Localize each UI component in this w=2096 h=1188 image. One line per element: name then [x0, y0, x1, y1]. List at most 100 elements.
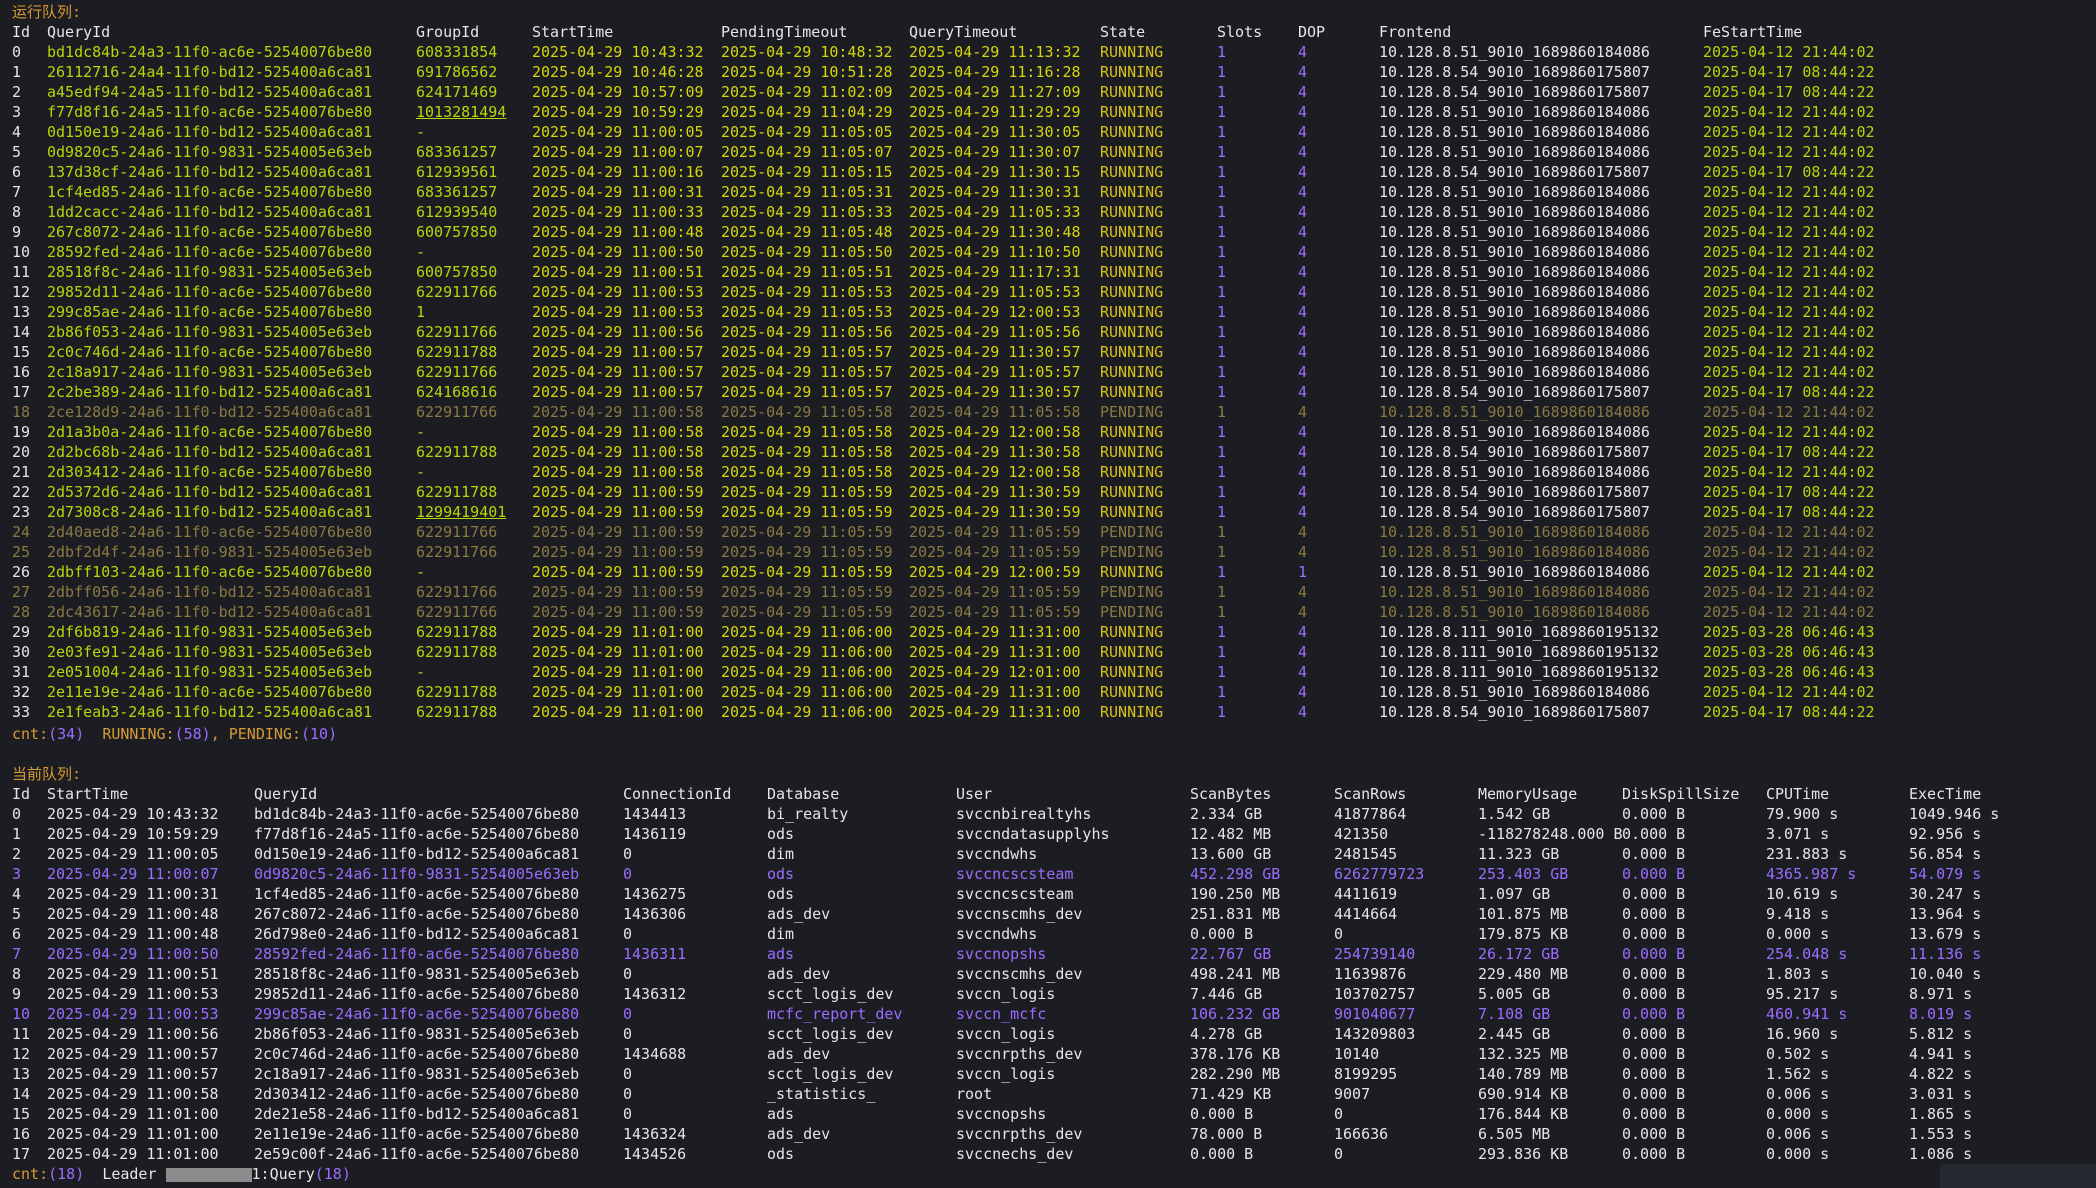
- table-cell: 0: [623, 1025, 633, 1043]
- table-cell: 0: [623, 1065, 633, 1083]
- table-cell: 622911788: [416, 483, 498, 501]
- table-cell: 10140: [1334, 1045, 1380, 1063]
- table-cell: 2025-04-29 11:05:31: [721, 183, 893, 201]
- table-cell: 2025-04-29 11:00:51: [532, 263, 704, 281]
- table-cell: 2.334 GB: [1190, 805, 1263, 823]
- table-cell: 4.278 GB: [1190, 1025, 1263, 1043]
- table-cell: 4: [1298, 643, 1308, 661]
- current-col-header: ScanBytes: [1190, 785, 1272, 803]
- table-cell: 4: [1298, 363, 1308, 381]
- table-cell: 2025-04-12 21:44:02: [1703, 583, 1875, 601]
- table-cell: 8199295: [1334, 1065, 1398, 1083]
- table-cell: 1: [1217, 103, 1227, 121]
- table-cell: 13.964 s: [1909, 905, 1982, 923]
- table-cell: 4: [1298, 603, 1308, 621]
- table-cell: 2c18a917-24a6-11f0-9831-5254005e63eb: [254, 1065, 580, 1083]
- table-cell: 0.000 s: [1766, 1145, 1830, 1163]
- table-cell: 0: [623, 1085, 633, 1103]
- table-cell: 10.128.8.51_9010_1689860184086: [1379, 563, 1650, 581]
- table-cell: ods: [767, 825, 795, 843]
- table-cell: 2025-04-29 11:00:50: [47, 945, 219, 963]
- table-cell: RUNNING: [1100, 163, 1164, 181]
- table-cell: 267c8072-24a6-11f0-ac6e-52540076be80: [47, 223, 373, 241]
- table-cell: 0: [1334, 1105, 1344, 1123]
- table-cell: -: [416, 463, 426, 481]
- table-cell: 2d303412-24a6-11f0-ac6e-52540076be80: [47, 463, 373, 481]
- table-cell: 2025-04-29 11:05:58: [721, 443, 893, 461]
- table-cell: 1: [1217, 143, 1227, 161]
- table-cell: 2025-04-29 11:00:57: [47, 1065, 219, 1083]
- table-cell: 622911766: [416, 363, 498, 381]
- table-cell: 2025-04-29 12:00:59: [909, 563, 1081, 581]
- table-cell: svccnrpths_dev: [956, 1125, 1083, 1143]
- table-cell: 2025-04-29 11:30:07: [909, 143, 1081, 161]
- table-cell: 12: [12, 283, 31, 301]
- table-cell: 0.000 B: [1622, 1045, 1686, 1063]
- table-cell: 4.822 s: [1909, 1065, 1973, 1083]
- table-cell: RUNNING: [1100, 463, 1164, 481]
- table-cell: 15: [12, 1105, 31, 1123]
- table-cell: 2.445 GB: [1478, 1025, 1551, 1043]
- table-cell: 0.000 s: [1766, 1105, 1830, 1123]
- table-cell: 2dbf2d4f-24a6-11f0-9831-5254005e63eb: [47, 543, 373, 561]
- table-cell: svccndatasupplyhs: [956, 825, 1110, 843]
- table-cell: 2025-04-29 11:01:00: [532, 703, 704, 721]
- current-col-header: ConnectionId: [623, 785, 732, 803]
- table-cell: 2c2be389-24a6-11f0-bd12-525400a6ca81: [47, 383, 373, 401]
- table-cell: bd1dc84b-24a3-11f0-ac6e-52540076be80: [254, 805, 580, 823]
- table-cell: 190.250 MB: [1190, 885, 1281, 903]
- table-cell: 1cf4ed85-24a6-11f0-ac6e-52540076be80: [47, 183, 373, 201]
- table-cell: 2025-04-29 11:05:51: [721, 263, 893, 281]
- table-cell: PENDING: [1100, 583, 1164, 601]
- table-cell: svccndwhs: [956, 925, 1038, 943]
- table-cell: 10.040 s: [1909, 965, 1982, 983]
- table-cell: 2025-04-29 11:05:59: [909, 523, 1081, 541]
- table-cell: 2025-04-29 11:00:05: [47, 845, 219, 863]
- table-cell: 2c0c746d-24a6-11f0-ac6e-52540076be80: [254, 1045, 580, 1063]
- table-cell: 1436324: [623, 1125, 687, 1143]
- table-cell: 1.086 s: [1909, 1145, 1973, 1163]
- table-cell: 1dd2cacc-24a6-11f0-bd12-525400a6ca81: [47, 203, 373, 221]
- table-cell: 1436311: [623, 945, 687, 963]
- table-cell: 7.446 GB: [1190, 985, 1263, 1003]
- table-cell: 2025-04-29 11:00:58: [532, 443, 704, 461]
- table-cell: 4: [1298, 503, 1308, 521]
- table-cell: 4: [1298, 543, 1308, 561]
- table-cell: 92.956 s: [1909, 825, 1982, 843]
- table-cell: 2025-04-29 11:16:28: [909, 63, 1081, 81]
- table-cell: 2025-04-29 11:00:58: [532, 403, 704, 421]
- table-cell: -118278248.000 B: [1478, 825, 1623, 843]
- table-cell: svccncscsteam: [956, 865, 1074, 883]
- table-cell: 622911788: [416, 683, 498, 701]
- table-cell: 1: [1217, 643, 1227, 661]
- table-cell: 21: [12, 463, 31, 481]
- table-cell: 13.679 s: [1909, 925, 1982, 943]
- table-cell: 28592fed-24a6-11f0-ac6e-52540076be80: [254, 945, 580, 963]
- table-cell: 2025-04-29 11:05:56: [721, 323, 893, 341]
- table-cell: 683361257: [416, 143, 498, 161]
- table-cell: 16: [12, 363, 31, 381]
- table-cell: 3: [12, 103, 22, 121]
- table-cell: 2025-04-29 12:01:00: [909, 663, 1081, 681]
- table-cell: mcfc_report_dev: [767, 1005, 903, 1023]
- table-cell: 25: [12, 543, 31, 561]
- table-cell: 1: [1217, 563, 1227, 581]
- table-cell: 0.000 B: [1622, 985, 1686, 1003]
- table-cell: 10.128.8.51_9010_1689860184086: [1379, 243, 1650, 261]
- table-cell: ads: [767, 1105, 795, 1123]
- pending-count-value: (10): [301, 725, 338, 743]
- table-cell: 4411619: [1334, 885, 1398, 903]
- table-cell: 2025-04-29 11:02:09: [721, 83, 893, 101]
- table-cell: 0d9820c5-24a6-11f0-9831-5254005e63eb: [254, 865, 580, 883]
- table-cell: 2025-04-29 11:30:59: [909, 483, 1081, 501]
- table-cell: 622911766: [416, 323, 498, 341]
- table-cell: 10.128.8.51_9010_1689860184086: [1379, 683, 1650, 701]
- table-cell: 11: [12, 263, 31, 281]
- table-cell: 2c0c746d-24a6-11f0-ac6e-52540076be80: [47, 343, 373, 361]
- table-cell: 2025-04-29 11:00:53: [47, 985, 219, 1003]
- table-cell: 29: [12, 623, 31, 641]
- running-cnt-label: cnt:: [12, 725, 49, 743]
- table-cell: bi_realty: [767, 805, 849, 823]
- table-cell: 2025-04-12 21:44:02: [1703, 683, 1875, 701]
- current-col-header: QueryId: [254, 785, 318, 803]
